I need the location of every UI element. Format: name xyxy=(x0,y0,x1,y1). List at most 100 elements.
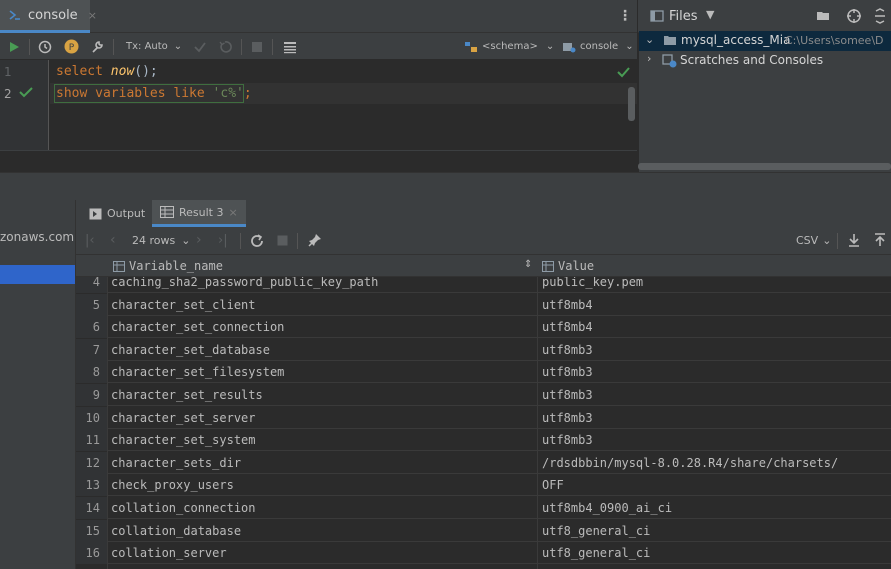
cell-value[interactable]: utf8mb3 xyxy=(542,339,593,361)
console-selector[interactable]: console ⌄ xyxy=(562,33,634,60)
tab-close-icon[interactable]: × xyxy=(228,206,237,219)
last-page-icon[interactable]: ›| xyxy=(218,233,228,248)
table-row[interactable]: 11 character_set_system utf8mb3 xyxy=(76,429,891,452)
tree-item-project-root[interactable]: ⌄ mysql_access_Mia C:\Users\somee\D xyxy=(639,31,891,51)
cell-value[interactable]: utf8mb4 xyxy=(542,294,593,316)
sql-punct: ; xyxy=(243,86,252,101)
row-number: 16 xyxy=(76,542,107,565)
cell-variable-name[interactable]: character_set_client xyxy=(111,294,256,316)
sql-punct: (); xyxy=(134,64,158,79)
column-header-variable-name[interactable]: Variable_name xyxy=(113,255,223,277)
cell-value[interactable]: /rdsdbbin/mysql-8.0.28.R4/share/charsets… xyxy=(542,452,838,474)
services-selected-item[interactable] xyxy=(0,265,75,284)
cell-variable-name[interactable]: collation_connection xyxy=(111,497,256,519)
table-row[interactable]: 15 collation_database utf8_general_ci xyxy=(76,519,891,542)
cell-value[interactable]: utf8mb3 xyxy=(542,407,593,429)
editor-scrollbar[interactable] xyxy=(628,87,635,121)
grid-divider xyxy=(107,255,108,569)
row-number: 9 xyxy=(76,384,107,406)
cell-value[interactable]: utf8mb3 xyxy=(542,384,593,406)
first-page-icon[interactable]: |‹ xyxy=(85,233,95,248)
table-row[interactable]: 13 check_proxy_users OFF xyxy=(76,474,891,497)
cell-value[interactable]: utf8mb3 xyxy=(542,429,593,451)
settings-wrench-icon[interactable] xyxy=(90,33,104,60)
chevron-right-icon[interactable]: › xyxy=(647,52,651,65)
row-number: 13 xyxy=(76,474,107,497)
chevron-down-icon: ⌄ xyxy=(173,41,183,52)
cell-variable-name[interactable]: character_set_connection xyxy=(111,316,284,338)
next-page-icon[interactable]: › xyxy=(196,232,202,248)
cell-value[interactable]: utf8_general_ci xyxy=(542,542,650,564)
tree-item-scratches[interactable]: › Scratches and Consoles xyxy=(639,51,891,71)
column-icon xyxy=(542,260,554,272)
chevron-down-icon: ⌄ xyxy=(545,41,555,52)
cell-variable-name[interactable]: character_set_server xyxy=(111,407,256,429)
transaction-mode-dropdown[interactable]: Tx: Auto ⌄ xyxy=(126,33,182,60)
cell-value[interactable]: utf8_general_ci xyxy=(542,520,650,542)
collapse-all-icon[interactable] xyxy=(873,8,887,24)
schema-selector[interactable]: <schema> ⌄ xyxy=(464,33,554,60)
chevron-down-icon[interactable]: ⌄ xyxy=(645,33,654,46)
rollback-icon[interactable] xyxy=(218,33,232,60)
row-number: 8 xyxy=(76,361,107,384)
history-icon[interactable] xyxy=(38,33,52,60)
tab-output[interactable]: Output xyxy=(89,200,145,227)
cell-variable-name[interactable]: check_proxy_users xyxy=(111,474,234,496)
table-row[interactable]: 14 collation_connection utf8mb4_0900_ai_ci xyxy=(76,497,891,519)
chevron-down-icon[interactable]: ▼ xyxy=(706,8,714,21)
code-line-1[interactable]: select now(); xyxy=(56,64,158,79)
tab-console[interactable]: console × xyxy=(0,0,97,33)
table-row[interactable]: 5 character_set_client utf8mb4 xyxy=(76,293,891,316)
open-folder-icon[interactable] xyxy=(816,10,831,22)
cell-value[interactable]: utf8mb3 xyxy=(542,361,593,383)
stop-icon[interactable] xyxy=(251,33,263,60)
tab-close-icon[interactable]: × xyxy=(88,9,97,22)
table-row[interactable]: 10 character_set_server utf8mb3 xyxy=(76,406,891,429)
cell-variable-name[interactable]: character_sets_dir xyxy=(111,452,241,474)
table-row[interactable]: 12 character_sets_dir/rdsdbbin/mysql-8.0.… xyxy=(76,451,891,474)
project-scrollbar[interactable] xyxy=(638,163,891,170)
cell-variable-name[interactable]: collation_server xyxy=(111,542,227,564)
column-header-value[interactable]: Value xyxy=(542,255,594,277)
run-icon[interactable] xyxy=(8,33,20,60)
row-number: 10 xyxy=(76,406,107,429)
cell-variable-name[interactable]: character_set_filesystem xyxy=(111,361,284,383)
cell-variable-name[interactable]: character_set_results xyxy=(111,384,263,406)
locate-target-icon[interactable] xyxy=(846,8,862,24)
folder-view-icon xyxy=(650,10,664,22)
table-row[interactable]: 6 character_set_connection utf8mb4 xyxy=(76,316,891,339)
pin-icon[interactable] xyxy=(308,233,322,247)
refresh-icon[interactable] xyxy=(250,234,264,248)
cell-value[interactable]: utf8mb4_0900_ai_ci xyxy=(542,497,672,519)
cell-value[interactable]: utf8mb4 xyxy=(542,316,593,338)
tab-menu-icon[interactable]: ⋮ xyxy=(618,8,632,24)
table-row[interactable]: 9 character_set_results utf8mb3 xyxy=(76,384,891,406)
table-row[interactable]: 8 character_set_filesystem utf8mb3 xyxy=(76,361,891,384)
cell-variable-name[interactable]: character_set_database xyxy=(111,339,270,361)
commit-icon[interactable] xyxy=(193,33,207,60)
executed-check-icon xyxy=(19,86,33,98)
stop-icon[interactable] xyxy=(277,235,288,246)
export-format-label: CSV xyxy=(796,234,819,247)
services-header-bar xyxy=(0,172,891,200)
datasource-host[interactable]: zonaws.com xyxy=(0,230,74,244)
upload-icon[interactable] xyxy=(874,233,886,247)
table-row[interactable]: 7 character_set_database utf8mb3 xyxy=(76,338,891,361)
download-icon[interactable] xyxy=(848,233,860,247)
output-layout-icon[interactable] xyxy=(283,33,297,60)
tab-result[interactable]: Result 3 × xyxy=(152,200,246,227)
cell-variable-name[interactable]: character_set_system xyxy=(111,429,256,451)
table-row[interactable]: 16 collation_server utf8_general_ci xyxy=(76,542,891,565)
code-line-2[interactable]: show variables like 'c%'; xyxy=(56,86,252,101)
sort-icon[interactable]: ⇕ xyxy=(524,259,532,270)
datasource-icon xyxy=(563,42,576,52)
cell-value[interactable]: OFF xyxy=(542,474,564,496)
previous-page-icon[interactable]: ‹ xyxy=(110,232,116,248)
profile-icon[interactable]: P xyxy=(64,33,79,60)
sql-string: 'c%' xyxy=(212,86,244,101)
cell-variable-name[interactable]: collation_database xyxy=(111,520,241,542)
page-size-dropdown[interactable]: 24 rows ⌄ xyxy=(132,234,190,247)
export-format-dropdown[interactable]: CSV ⌄ xyxy=(796,234,831,247)
project-view-label[interactable]: Files xyxy=(669,9,698,24)
scratches-label: Scratches and Consoles xyxy=(680,53,824,67)
